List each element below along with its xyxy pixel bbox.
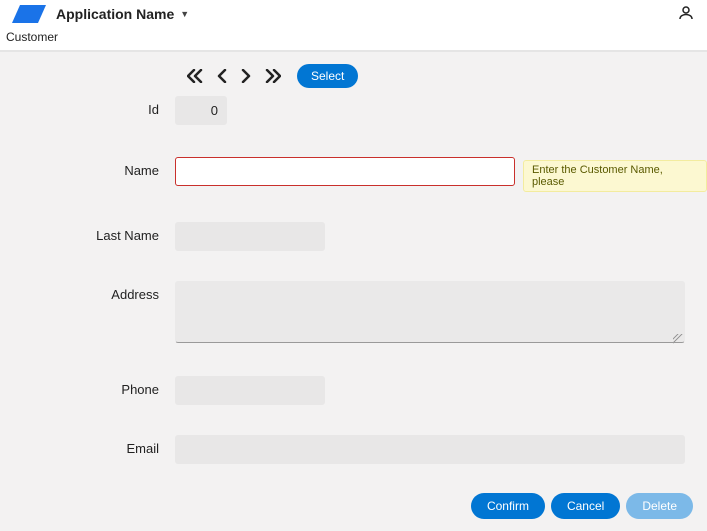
id-label: Id — [0, 96, 175, 117]
phone-label: Phone — [0, 376, 175, 397]
header: Application Name ▼ — [0, 0, 707, 28]
footer-actions: Confirm Cancel Delete — [471, 493, 693, 519]
tab-customer[interactable]: Customer — [6, 30, 58, 44]
confirm-button[interactable]: Confirm — [471, 493, 545, 519]
tab-strip: Customer — [0, 28, 707, 52]
record-nav-toolbar: Select — [0, 52, 707, 96]
double-chevron-right-icon — [265, 69, 281, 83]
user-icon[interactable] — [677, 4, 695, 25]
next-record-button[interactable] — [239, 67, 253, 85]
email-label: Email — [0, 435, 175, 456]
app-logo — [12, 5, 46, 23]
name-validation-hint: Enter the Customer Name, please — [523, 160, 707, 192]
lastname-label: Last Name — [0, 222, 175, 243]
app-title: Application Name — [56, 6, 174, 22]
delete-button[interactable]: Delete — [626, 493, 693, 519]
lastname-field[interactable] — [175, 222, 325, 251]
prev-record-button[interactable] — [215, 67, 229, 85]
caret-down-icon: ▼ — [180, 9, 189, 19]
first-record-button[interactable] — [185, 67, 205, 85]
app-switcher[interactable]: Application Name ▼ — [56, 6, 677, 22]
name-field[interactable] — [175, 157, 515, 186]
phone-field[interactable] — [175, 376, 325, 405]
chevron-right-icon — [241, 69, 251, 83]
id-field[interactable] — [175, 96, 227, 125]
cancel-button[interactable]: Cancel — [551, 493, 620, 519]
name-label: Name — [0, 157, 175, 178]
last-record-button[interactable] — [263, 67, 283, 85]
double-chevron-left-icon — [187, 69, 203, 83]
address-field[interactable] — [175, 281, 685, 343]
address-label: Address — [0, 281, 175, 302]
select-button[interactable]: Select — [297, 64, 358, 88]
email-field[interactable] — [175, 435, 685, 464]
chevron-left-icon — [217, 69, 227, 83]
customer-form: Id Name Enter the Customer Name, please … — [0, 96, 707, 464]
